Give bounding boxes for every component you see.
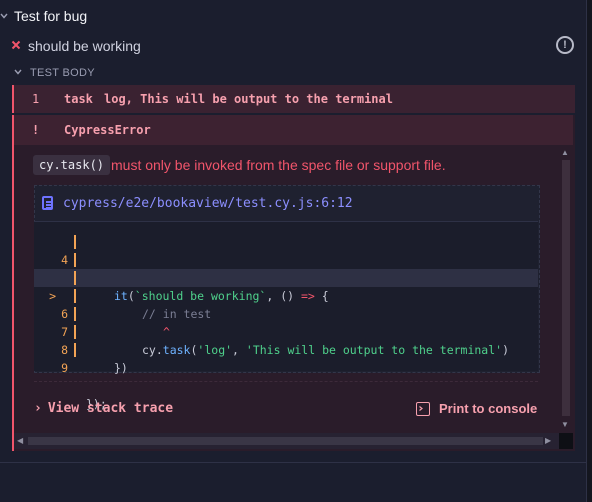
code-source: }) bbox=[114, 361, 128, 375]
gutter-bar bbox=[74, 307, 76, 321]
gutter-bar bbox=[74, 271, 76, 285]
code-line: 4 it(`should be working`, () => { bbox=[34, 233, 538, 303]
divider bbox=[0, 462, 586, 463]
gutter-bar bbox=[74, 253, 76, 267]
scroll-corner bbox=[559, 433, 573, 449]
code-line: 9 }); bbox=[34, 341, 538, 411]
fail-x-icon bbox=[11, 40, 21, 50]
vertical-scroll-thumb[interactable] bbox=[562, 160, 570, 416]
divider bbox=[34, 381, 538, 383]
test-title: should be working bbox=[28, 38, 141, 54]
line-number: 9 bbox=[61, 361, 68, 375]
code-line: ^ bbox=[34, 287, 538, 339]
code-line: 7 }) bbox=[34, 305, 538, 375]
suite-title: Test for bug bbox=[14, 8, 88, 24]
horizontal-scroll-thumb[interactable] bbox=[28, 437, 543, 445]
file-icon bbox=[42, 196, 53, 210]
print-to-console-button[interactable]: Print to console bbox=[439, 401, 537, 416]
scroll-left-arrow-icon[interactable]: ◀ bbox=[17, 436, 23, 445]
error-code-token: cy.task() bbox=[33, 155, 111, 175]
error-message: must only be invoked from the spec file … bbox=[111, 157, 446, 173]
scroll-up-arrow-icon[interactable]: ▲ bbox=[561, 148, 569, 157]
command-message: log, This will be output to the terminal bbox=[104, 92, 393, 106]
command-name: task bbox=[64, 92, 93, 106]
code-line-highlighted: > 6 cy.task('log', 'This will be output … bbox=[34, 269, 538, 357]
chevron-right-icon: › bbox=[34, 401, 42, 416]
view-stack-trace-button[interactable]: › View stack trace bbox=[34, 401, 173, 416]
scroll-down-arrow-icon[interactable]: ▼ bbox=[561, 420, 569, 429]
code-line: 8 bbox=[34, 323, 538, 357]
info-icon[interactable]: ! bbox=[556, 36, 574, 54]
gutter-bar bbox=[74, 235, 76, 249]
gutter-bar bbox=[74, 289, 76, 303]
error-bang: ! bbox=[32, 123, 40, 137]
gutter-bar bbox=[74, 325, 76, 339]
error-name: CypressError bbox=[64, 123, 151, 137]
suite-row[interactable] bbox=[0, 0, 586, 32]
chevron-down-icon[interactable] bbox=[0, 12, 8, 20]
section-label[interactable]: TEST BODY bbox=[30, 67, 95, 79]
command-number: 1 bbox=[32, 92, 40, 106]
scroll-right-arrow-icon[interactable]: ▶ bbox=[545, 436, 551, 445]
code-line: 5 // in test bbox=[34, 251, 538, 321]
chevron-down-icon[interactable] bbox=[14, 68, 22, 76]
terminal-icon bbox=[416, 402, 430, 416]
gutter-bar bbox=[74, 343, 76, 357]
file-link[interactable]: cypress/e2e/bookaview/test.cy.js:6:12 bbox=[63, 196, 353, 211]
panel-border bbox=[586, 0, 592, 502]
